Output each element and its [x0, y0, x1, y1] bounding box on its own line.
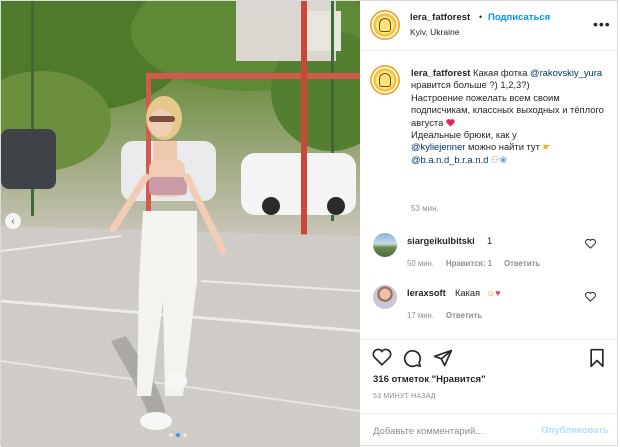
emoji-icon: ☺♥	[486, 288, 501, 298]
comment-text: Какая	[455, 288, 481, 298]
caption-text: Какая фотка	[473, 67, 528, 78]
likes-count[interactable]: 316 отметок "Нравится"	[373, 374, 486, 385]
comment-like-heart-icon[interactable]	[585, 239, 596, 249]
caption-mention[interactable]: @rakovskiy_yura	[530, 67, 602, 78]
comment-meta: 50 мин. Нравится: 1 Ответить	[407, 259, 540, 268]
caption-mention[interactable]: @b.a.n.d_b.r.a.n.d	[411, 154, 488, 165]
more-horizontal-icon[interactable]: •••	[593, 16, 611, 32]
post-photo[interactable]: ‹	[1, 1, 360, 447]
bookmark-icon[interactable]	[588, 348, 606, 368]
caption-username[interactable]: lera_fatforest	[411, 67, 470, 78]
add-comment-bar: Опубликовать	[361, 413, 619, 447]
comment-username[interactable]: siargeikulbitski	[407, 236, 475, 246]
author-username[interactable]: lera_fatforest	[410, 12, 470, 23]
post-details-panel: lera_fatforest • Подписаться Kyiv, Ukrai…	[361, 1, 619, 447]
caption-text: нравится больше ?) 1,2,3?)	[411, 79, 530, 91]
commenter-avatar[interactable]	[373, 233, 397, 257]
heart-icon[interactable]	[372, 348, 392, 366]
comment-like-heart-icon[interactable]	[585, 292, 596, 302]
caption-mention[interactable]: @kyliejenner	[411, 141, 465, 152]
publish-button[interactable]: Опубликовать	[541, 425, 609, 436]
reply-button[interactable]: Ответить	[446, 311, 482, 320]
post-header: lera_fatforest • Подписаться Kyiv, Ukrai…	[361, 1, 619, 51]
caption-time: 53 мин.	[411, 204, 439, 213]
paper-plane-icon[interactable]	[433, 348, 453, 368]
comment-username[interactable]: leraxsoft	[407, 288, 446, 298]
caption-text: Настроение пожелать всем своим подписчик…	[411, 91, 604, 128]
carousel-dots	[169, 433, 187, 437]
post-caption: lera_fatforest Какая фотка @rakovskiy_yu…	[411, 67, 611, 166]
caption-text: можно найти тут	[467, 141, 540, 153]
comment-meta: 17 мин. Ответить	[407, 311, 482, 320]
reply-button[interactable]: Ответить	[504, 259, 540, 268]
post-location[interactable]: Kyiv, Ukraine	[410, 27, 459, 37]
posted-time: 53 МИНУТ НАЗАД	[373, 393, 436, 400]
header-separator: •	[479, 12, 483, 22]
carousel-dot	[169, 433, 173, 437]
pointing-hand-emoji-icon: ☛	[542, 141, 551, 153]
follow-button[interactable]: Подписаться	[488, 12, 550, 23]
comment-likes[interactable]: Нравится: 1	[446, 259, 492, 268]
photo-illustration	[1, 1, 360, 447]
comment-icon[interactable]	[402, 348, 422, 368]
post-window: ‹ lera_fatforest • Подписаться Kyiv, Ukr…	[0, 0, 619, 447]
comment-input[interactable]	[373, 423, 533, 439]
caption-text: Идеальные брюки, как у	[411, 129, 517, 141]
red-heart-emoji-icon	[446, 118, 455, 127]
carousel-dot-active	[176, 433, 180, 437]
action-bar	[361, 339, 619, 375]
comment-time: 17 мин.	[407, 311, 435, 320]
comment-text: 1	[487, 236, 493, 246]
carousel-dot	[183, 433, 187, 437]
previous-photo-button[interactable]: ‹	[5, 213, 21, 229]
commenter-avatar[interactable]	[373, 285, 397, 309]
author-avatar[interactable]	[370, 10, 400, 40]
caption-author-avatar[interactable]	[370, 65, 400, 95]
comment-time: 50 мин.	[407, 259, 435, 268]
bubble-emoji-icon: ❀	[499, 153, 508, 165]
